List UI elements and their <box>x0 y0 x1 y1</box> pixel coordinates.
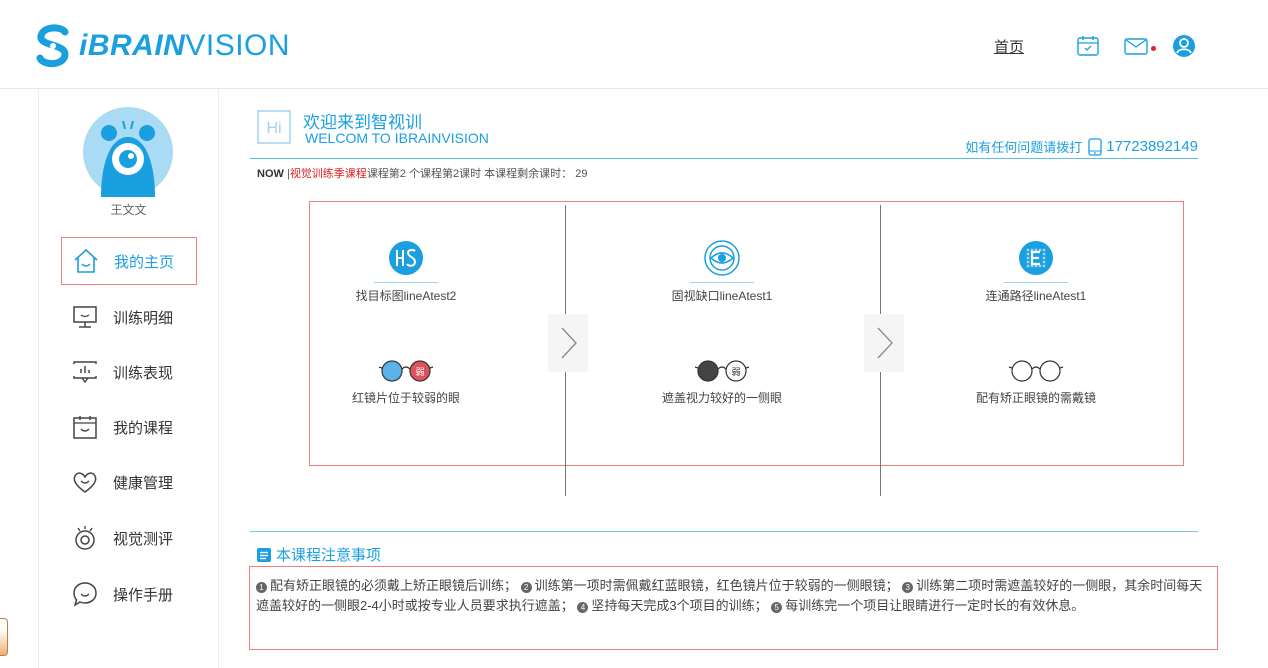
red-blue-glasses-icon: 弱 <box>378 360 434 382</box>
sidebar-item-label: 健康管理 <box>113 474 174 492</box>
hotline-number[interactable]: 17723892149 <box>1106 138 1198 155</box>
heart-icon <box>73 472 97 493</box>
home-icon <box>74 248 98 273</box>
brand-wordmark-light: VISION <box>185 29 291 62</box>
card-title-underline <box>1004 282 1068 283</box>
side-scroll-handle[interactable] <box>0 618 8 656</box>
glasses-instruction: 遮盖视力较好的一侧眼 <box>661 391 782 405</box>
notice-item-number: 5 <box>771 602 783 613</box>
current-course-status: NOW |视觉训练季课程课程第2 个课程第2课时 本课程剩余课时： 29 <box>257 165 587 181</box>
card-title: 固视缺口lineAtest1 <box>671 289 773 303</box>
sidebar-item-manual[interactable]: 操作手册 <box>61 571 195 617</box>
card-title-underline <box>690 282 754 283</box>
sidebar-item-label: 我的主页 <box>114 253 175 271</box>
card-title: 找目标图lineAtest2 <box>355 289 457 303</box>
card-title: 连通路径lineAtest1 <box>985 289 1087 303</box>
hi-badge: Hi <box>257 110 291 144</box>
course-card[interactable]: 找目标图lineAtest2 弱 红镜片位于较弱的眼 <box>286 240 526 406</box>
welcome-subtitle: WELCOM TO IBRAINVISION <box>305 130 489 146</box>
calendar-icon[interactable] <box>1076 34 1100 58</box>
notice-item-number: 2 <box>520 582 532 593</box>
brand-wordmark: iBRAINVISION <box>79 29 290 63</box>
path-grid-icon <box>1019 241 1053 275</box>
notice-item: 5 每训练完一个项目让眼睛进行一定时长的有效休息。 <box>771 598 1084 613</box>
notice-item-text: 配有矫正眼镜的必须戴上矫正眼镜后训练； <box>270 578 518 593</box>
sidebar-item-training-detail[interactable]: 训练明细 <box>61 294 195 340</box>
notice-content: 1 配有矫正眼镜的必须戴上矫正眼镜后训练； 2 训练第一项时需佩戴红蓝眼镜，红色镜片… <box>249 566 1218 650</box>
sidebar-item-label: 操作手册 <box>113 586 174 604</box>
glasses-instruction: 配有矫正眼镜的需戴镜 <box>975 391 1096 405</box>
notice-item: 1 配有矫正眼镜的必须戴上矫正眼镜后训练； <box>256 578 517 593</box>
nav-home-link[interactable]: 首页 <box>994 36 1024 57</box>
hi-badge-text: Hi <box>266 120 281 137</box>
brand-logo-icon <box>36 24 69 67</box>
notice-item-text: 坚持每天完成3个项目的训练； <box>591 598 768 613</box>
section-divider <box>250 531 1198 532</box>
hotline-label: 如有任何问题请拨打 <box>965 140 1083 155</box>
eye-patch-glasses-icon: 弱 <box>694 360 750 382</box>
sidebar-item-health[interactable]: 健康管理 <box>61 459 195 505</box>
calendar-icon <box>73 416 97 439</box>
sidebar-item-label: 训练表现 <box>113 364 174 382</box>
avatar[interactable] <box>83 107 173 197</box>
notice-item-number: 1 <box>256 582 267 593</box>
eye-icon <box>75 526 95 550</box>
next-course-arrow[interactable] <box>864 314 904 372</box>
sidebar-item-label: 视觉测评 <box>113 530 174 548</box>
chevron-right-icon <box>561 327 577 359</box>
chevron-right-icon <box>877 327 893 359</box>
brand-wordmark-bold: iBRAIN <box>79 29 186 62</box>
notice-item-number: 4 <box>577 602 589 613</box>
notice-title: 本课程注意事项 <box>276 547 382 564</box>
sidebar-item-label: 训练明细 <box>113 309 174 327</box>
sidebar-item-home[interactable]: 我的主页 <box>61 237 197 285</box>
user-icon[interactable] <box>1172 34 1196 58</box>
weak-eye-badge: 弱 <box>731 367 740 378</box>
sidebar-item-label: 我的课程 <box>113 419 174 437</box>
mail-icon[interactable] <box>1124 34 1156 58</box>
target-find-icon <box>389 241 423 275</box>
unread-dot <box>1151 46 1156 51</box>
notice-item: 4 坚持每天完成3个项目的训练； <box>577 598 768 613</box>
now-label: NOW <box>257 168 284 180</box>
app-header: iBRAINVISION 首页 <box>0 0 1268 89</box>
course-card[interactable]: 固视缺口lineAtest1 弱 遮盖视力较好的一侧眼 <box>602 240 842 406</box>
brand-logo[interactable]: iBRAINVISION <box>35 24 290 68</box>
monitor-icon <box>73 306 97 328</box>
glasses-instruction: 红镜片位于较弱的眼 <box>351 391 460 405</box>
sidebar-item-vision-test[interactable]: 视觉测评 <box>61 515 195 561</box>
sidebar-item-training-performance[interactable]: 训练表现 <box>61 349 195 395</box>
card-title-underline <box>374 282 438 283</box>
notice-item-text: 训练第一项时需佩戴红蓝眼镜，红色镜片位于较弱的一侧眼镜； <box>534 578 899 593</box>
phone-icon <box>1088 137 1102 156</box>
corrective-glasses-icon <box>1008 360 1064 382</box>
current-course-name[interactable]: 视觉训练季课程 <box>290 168 367 180</box>
notice-item: 2 训练第一项时需佩戴红蓝眼镜，红色镜片位于较弱的一侧眼镜； <box>520 578 899 593</box>
current-course-detail: 课程第2 个课程第2课时 本课程剩余课时： 29 <box>366 168 588 180</box>
sidebar-item-my-courses[interactable]: 我的课程 <box>61 404 195 450</box>
course-card[interactable]: 连通路径lineAtest1 配有矫正眼镜的需戴镜 <box>916 240 1156 406</box>
hotline: 如有任何问题请拨打 17723892149 <box>965 137 1198 156</box>
notice-heading: 本课程注意事项 <box>257 544 381 565</box>
user-name: 王文文 <box>110 203 147 217</box>
notice-item-number: 3 <box>902 582 914 593</box>
sidebar: 王文文 我的主页 训练明细 训练表现 我的课程 健康管理 视觉测评 操作手册 <box>38 89 219 668</box>
top-nav: 首页 <box>994 34 1196 58</box>
next-course-arrow[interactable] <box>548 314 588 372</box>
chat-icon <box>73 582 97 607</box>
fixation-eye-icon <box>704 240 740 276</box>
section-divider <box>250 158 1198 159</box>
chart-screen-icon <box>73 361 97 384</box>
weak-eye-badge: 弱 <box>415 367 424 378</box>
list-icon <box>257 547 271 562</box>
notice-item-text: 每训练完一个项目让眼睛进行一定时长的有效休息。 <box>785 598 1085 613</box>
